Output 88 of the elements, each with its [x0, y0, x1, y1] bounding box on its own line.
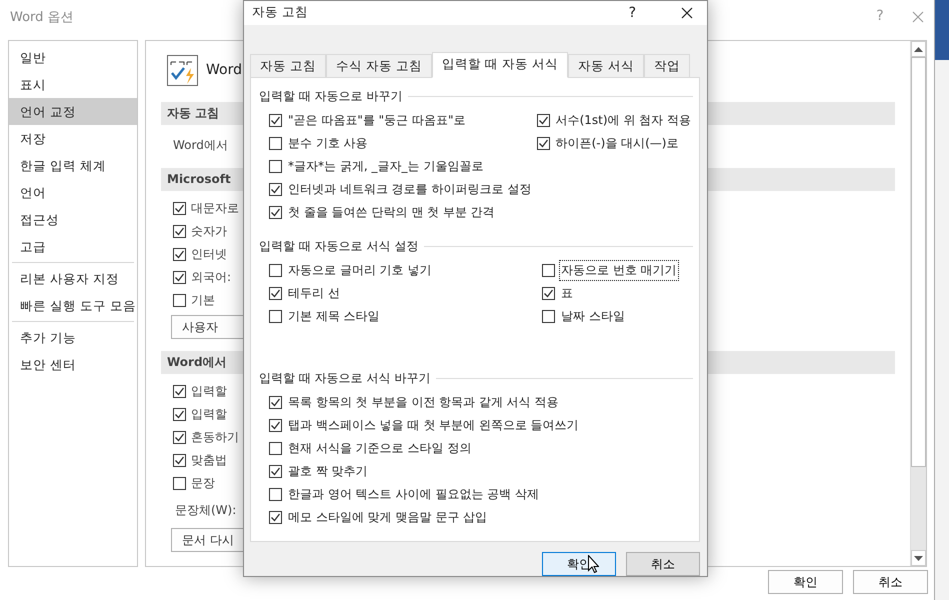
checkbox[interactable] — [269, 511, 282, 524]
checkbox[interactable] — [536, 137, 550, 150]
mouse-pointer-icon — [588, 555, 599, 573]
sidebar-item[interactable]: 고급 — [9, 233, 137, 260]
sidebar-item[interactable]: 보안 센터 — [9, 351, 137, 378]
checkbox[interactable] — [269, 465, 282, 478]
checkbox[interactable] — [269, 114, 282, 127]
page-heading: Word — [206, 62, 242, 78]
checkbox[interactable] — [269, 137, 282, 150]
sidebar-item[interactable]: 언어 교정 — [9, 98, 137, 125]
checkbox[interactable] — [173, 294, 186, 307]
checkbox-label: 표 — [560, 285, 574, 302]
scroll-up-icon[interactable] — [914, 46, 923, 52]
checkbox-label: 날짜 스타일 — [560, 308, 626, 325]
checkbox-label: 문장 — [191, 475, 215, 492]
scroll-down-icon[interactable] — [914, 556, 923, 560]
checkbox-label: 분수 기호 사용 — [287, 135, 369, 152]
checkbox[interactable] — [173, 408, 186, 421]
group-title: 입력할 때 자동으로 서식 설정 — [259, 238, 418, 254]
checkbox-label: 괄호 짝 맞추기 — [287, 463, 369, 480]
tab[interactable]: 자동 고침 — [250, 54, 326, 77]
checkbox[interactable] — [269, 310, 282, 323]
sidebar-item[interactable]: 접근성 — [9, 206, 137, 233]
sidebar-item[interactable]: 저장 — [9, 125, 137, 152]
checkbox-label: 맞춤법 — [191, 452, 227, 469]
checkbox[interactable] — [269, 396, 282, 409]
checkbox[interactable] — [173, 477, 186, 490]
checkbox-label: 숫자가 — [191, 223, 227, 240]
checkbox-label: 입력할 — [191, 383, 227, 400]
checkbox-label: 자동으로 번호 매기기 — [559, 260, 679, 281]
checkbox-label: 기본 — [191, 292, 215, 309]
sidebar-item[interactable]: 한글 입력 체계 — [9, 152, 137, 179]
checkbox[interactable] — [542, 287, 555, 300]
checkbox-label: 메모 스타일에 맞게 맺음말 문구 삽입 — [287, 509, 488, 526]
checkbox[interactable] — [269, 206, 282, 219]
checkbox[interactable] — [173, 225, 186, 238]
checkbox-label: 기본 제목 스타일 — [287, 308, 381, 325]
checkbox[interactable] — [269, 419, 282, 432]
checkbox-label: 하이픈(-)을 대시(—)로 — [554, 135, 680, 152]
checkbox-label: 자동으로 글머리 기호 넣기 — [287, 262, 432, 279]
proofing-check-icon — [167, 54, 198, 86]
footer-button[interactable]: 확인 — [768, 570, 843, 594]
checkbox[interactable] — [173, 385, 186, 398]
checkbox[interactable] — [269, 488, 282, 501]
tab[interactable]: 수식 자동 고침 — [326, 54, 432, 77]
sidebar-item[interactable]: 추가 기능 — [9, 324, 137, 351]
sidebar-item[interactable]: 언어 — [9, 179, 137, 206]
dialog-title: 자동 고침 — [252, 4, 309, 22]
checkbox[interactable] — [269, 287, 282, 300]
help-button[interactable]: ? — [628, 4, 636, 21]
checkbox[interactable] — [269, 160, 282, 173]
checkbox[interactable] — [173, 248, 186, 261]
sidebar-item[interactable]: 빠른 실행 도구 모음 — [9, 292, 137, 319]
tab[interactable]: 자동 서식 — [568, 54, 644, 77]
close-icon[interactable] — [681, 6, 693, 19]
checkbox-label: 테두리 선 — [287, 285, 341, 302]
sidebar-item[interactable]: 표시 — [9, 71, 137, 98]
checkbox-label: 혼동하기 — [191, 429, 239, 446]
window-title: Word 옵션 — [10, 9, 74, 26]
dialog-button[interactable]: 취소 — [626, 552, 700, 576]
scrollbar[interactable] — [910, 41, 926, 566]
checkbox[interactable] — [173, 431, 186, 444]
description-text: Word에서 — [173, 138, 228, 152]
checkbox[interactable] — [536, 114, 550, 127]
checkbox-label: 대문자로 — [191, 200, 239, 217]
checkbox-label: 현재 서식을 기준으로 스타일 정의 — [287, 440, 472, 457]
sidebar-item[interactable]: 리본 사용자 지정 — [9, 265, 137, 292]
checkbox-label: 탭과 백스페이스 넣을 때 첫 부분에 왼쪽으로 들여쓰기 — [287, 417, 580, 434]
checkbox-label: 인터넷 — [191, 246, 227, 263]
checkbox[interactable] — [269, 442, 282, 455]
checkbox[interactable] — [173, 202, 186, 215]
checkbox-label: 첫 줄을 들여쓴 단락의 맨 첫 부분 간격 — [287, 204, 496, 221]
checkbox[interactable] — [542, 264, 555, 277]
group-title: 입력할 때 자동으로 바꾸기 — [259, 88, 402, 104]
tab[interactable]: 입력할 때 자동 서식 — [432, 52, 568, 78]
checkbox-label: 한글과 영어 텍스트 사이에 필요없는 공백 삭제 — [287, 486, 540, 503]
checkbox[interactable] — [269, 183, 282, 196]
sidebar-item[interactable]: 일반 — [9, 44, 137, 71]
footer-button[interactable]: 취소 — [853, 570, 928, 594]
checkbox[interactable] — [173, 454, 186, 467]
checkbox-label: 목록 항목의 첫 부분을 이전 항목과 같게 서식 적용 — [287, 394, 560, 411]
checkbox[interactable] — [269, 264, 282, 277]
tab[interactable]: 작업 — [644, 54, 690, 77]
field-label: 문장체(W): — [175, 502, 236, 518]
checkbox[interactable] — [542, 310, 555, 323]
checkbox-label: 외국어: — [191, 269, 232, 286]
checkbox[interactable] — [173, 271, 186, 284]
checkbox-label: 입력할 — [191, 406, 227, 423]
